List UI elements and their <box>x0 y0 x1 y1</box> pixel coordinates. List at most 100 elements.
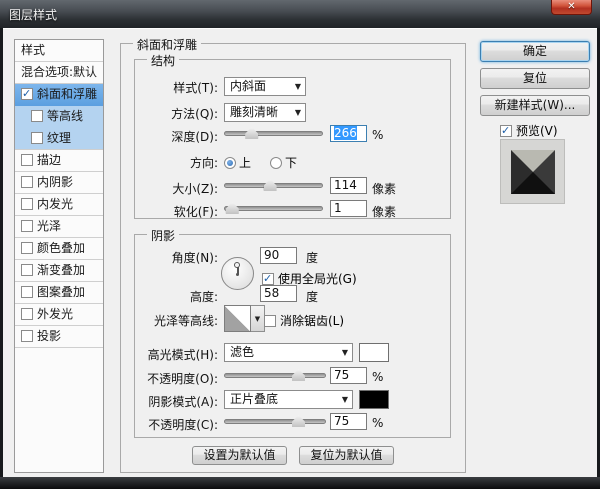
shadow-mode-label: 阴影模式(A): <box>148 395 218 409</box>
angle-knob-icon <box>234 262 240 268</box>
checkbox-icon[interactable] <box>21 88 33 100</box>
direction-down-radio[interactable]: 下 <box>270 154 297 171</box>
highlight-opacity-label: 不透明度(O): <box>147 372 218 386</box>
shading-group-title: 阴影 <box>147 227 180 244</box>
altitude-input[interactable]: 58 <box>260 285 297 302</box>
size-label: 大小(Z): <box>172 182 218 196</box>
angle-input[interactable]: 90 <box>260 247 297 264</box>
sidebar-item-stroke[interactable]: 描边 <box>15 150 103 172</box>
layer-style-dialog: 图层样式 ✕ 样式 混合选项:默认 斜面和浮雕 等高线 纹理 描边 <box>0 0 600 489</box>
chevron-down-icon: ▼ <box>341 395 348 404</box>
shadow-color-swatch[interactable] <box>359 390 389 409</box>
anti-aliased-checkbox[interactable]: 消除锯齿(L) <box>264 312 344 329</box>
checkbox-icon[interactable] <box>21 286 33 298</box>
chevron-down-icon: ▼ <box>341 348 348 357</box>
styles-list: 样式 混合选项:默认 斜面和浮雕 等高线 纹理 描边 内阴影 内发光 <box>14 39 104 473</box>
sidebar-item-inner-shadow[interactable]: 内阴影 <box>15 172 103 194</box>
size-slider[interactable] <box>224 179 323 191</box>
angle-dial[interactable] <box>221 257 254 290</box>
sidebar-item-bevel-emboss[interactable]: 斜面和浮雕 <box>15 84 103 106</box>
sidebar-item-drop-shadow[interactable]: 投影 <box>15 326 103 348</box>
checkbox-icon[interactable] <box>21 198 33 210</box>
checkbox-icon[interactable] <box>21 220 33 232</box>
soften-label: 软化(F): <box>173 205 218 219</box>
highlight-opacity-input[interactable]: 75 <box>330 367 367 384</box>
size-input[interactable]: 114 <box>330 177 367 194</box>
checkbox-icon[interactable] <box>21 308 33 320</box>
sidebar-item-satin[interactable]: 光泽 <box>15 216 103 238</box>
checkbox-icon[interactable] <box>21 242 33 254</box>
soften-input[interactable]: 1 <box>330 200 367 217</box>
dialog-title: 图层样式 <box>9 8 58 22</box>
sidebar-item-gradient-overlay[interactable]: 渐变叠加 <box>15 260 103 282</box>
structure-group-title: 结构 <box>147 52 180 69</box>
size-unit: 像素 <box>372 182 397 196</box>
technique-label: 方法(Q): <box>171 107 218 121</box>
window-bottom-border <box>0 477 600 489</box>
depth-unit: % <box>372 128 384 142</box>
checkbox-icon[interactable] <box>31 132 43 144</box>
sidebar-item-contour[interactable]: 等高线 <box>15 106 103 128</box>
reset-button[interactable]: 复位 <box>480 68 590 89</box>
sidebar-item-color-overlay[interactable]: 颜色叠加 <box>15 238 103 260</box>
preview-checkbox[interactable]: 预览(V) <box>500 122 558 139</box>
dialog-body: 样式 混合选项:默认 斜面和浮雕 等高线 纹理 描边 内阴影 内发光 <box>3 28 597 477</box>
bevel-preview-icon <box>511 150 555 194</box>
checkbox-icon[interactable] <box>31 110 43 122</box>
gloss-contour-arrow[interactable]: ▼ <box>251 305 265 332</box>
shadow-opacity-unit: % <box>372 416 384 430</box>
chevron-down-icon: ▼ <box>294 82 301 91</box>
angle-label: 角度(N): <box>171 251 218 265</box>
shadow-mode-dropdown[interactable]: 正片叠底 ▼ <box>224 390 353 409</box>
checkbox-icon[interactable] <box>21 330 33 342</box>
checkbox-icon[interactable] <box>264 315 276 327</box>
gloss-contour-swatch[interactable] <box>224 305 251 332</box>
shadow-opacity-input[interactable]: 75 <box>330 413 367 430</box>
checkbox-icon[interactable] <box>21 264 33 276</box>
soften-slider[interactable] <box>224 202 323 214</box>
direction-label: 方向: <box>189 156 218 170</box>
chevron-down-icon: ▼ <box>294 108 301 117</box>
altitude-label: 高度: <box>189 290 218 304</box>
highlight-opacity-slider[interactable] <box>224 369 326 381</box>
gloss-contour-label: 光泽等高线: <box>153 314 218 328</box>
close-icon: ✕ <box>567 1 576 12</box>
checkbox-icon[interactable] <box>21 176 33 188</box>
technique-dropdown[interactable]: 雕刻清晰 ▼ <box>224 103 306 122</box>
sidebar-item-outer-glow[interactable]: 外发光 <box>15 304 103 326</box>
depth-input[interactable]: 266 <box>330 125 367 142</box>
sidebar-header-styles[interactable]: 样式 <box>15 40 103 62</box>
radio-icon[interactable] <box>270 157 282 169</box>
sidebar-item-blending-options[interactable]: 混合选项:默认 <box>15 62 103 84</box>
checkbox-icon[interactable] <box>500 125 512 137</box>
new-style-button[interactable]: 新建样式(W)... <box>480 95 590 116</box>
make-default-button[interactable]: 设置为默认值 <box>192 446 287 465</box>
shadow-opacity-slider[interactable] <box>224 415 326 427</box>
radio-icon[interactable] <box>224 157 236 169</box>
style-preview-thumbnail <box>500 139 565 204</box>
panel-title: 斜面和浮雕 <box>133 36 202 53</box>
ok-button[interactable]: 确定 <box>480 41 590 62</box>
highlight-color-swatch[interactable] <box>359 343 389 362</box>
highlight-mode-label: 高光模式(H): <box>147 348 218 362</box>
close-button[interactable]: ✕ <box>551 0 592 15</box>
highlight-opacity-unit: % <box>372 370 384 384</box>
checkbox-icon[interactable] <box>21 154 33 166</box>
altitude-unit: 度 <box>306 290 319 304</box>
depth-label: 深度(D): <box>171 130 218 144</box>
style-dropdown[interactable]: 内斜面 ▼ <box>224 77 306 96</box>
soften-unit: 像素 <box>372 205 397 219</box>
direction-up-radio[interactable]: 上 <box>224 154 251 171</box>
depth-slider[interactable] <box>224 127 323 139</box>
style-label: 样式(T): <box>173 81 218 95</box>
sidebar-item-texture[interactable]: 纹理 <box>15 128 103 150</box>
shadow-opacity-label: 不透明度(C): <box>148 418 218 432</box>
reset-default-button[interactable]: 复位为默认值 <box>299 446 394 465</box>
angle-unit: 度 <box>306 251 319 265</box>
titlebar[interactable]: 图层样式 ✕ <box>0 0 600 28</box>
sidebar-item-pattern-overlay[interactable]: 图案叠加 <box>15 282 103 304</box>
angle-center-icon <box>236 273 239 276</box>
sidebar-item-inner-glow[interactable]: 内发光 <box>15 194 103 216</box>
highlight-mode-dropdown[interactable]: 滤色 ▼ <box>224 343 353 362</box>
checkbox-icon[interactable] <box>262 273 274 285</box>
